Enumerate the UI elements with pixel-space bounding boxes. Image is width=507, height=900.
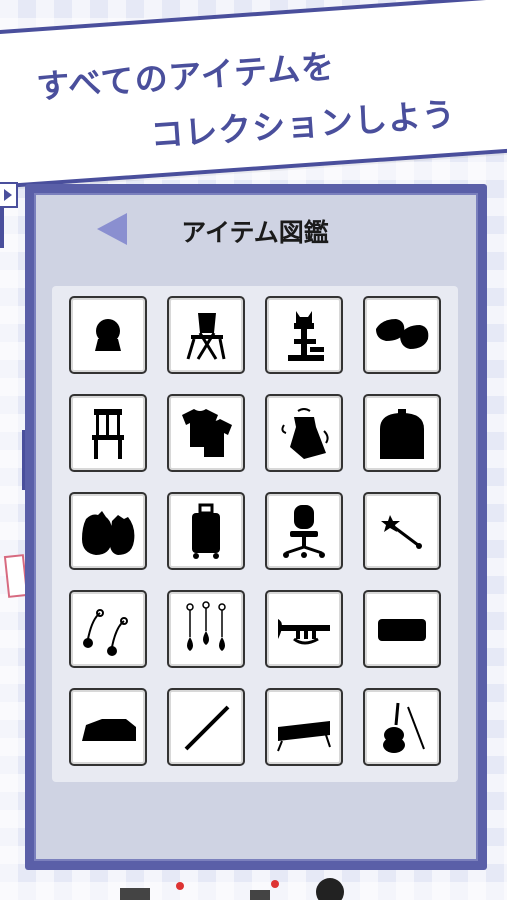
item-grid (69, 296, 443, 768)
maracas-icon (83, 609, 128, 656)
slippers-icon (376, 319, 429, 349)
item-cell[interactable] (265, 296, 343, 374)
left-triangle-icon (97, 213, 127, 245)
flute-icon (184, 705, 230, 751)
t-shirts-icon (182, 409, 232, 457)
folding-chair-icon (186, 313, 226, 360)
item-cell[interactable] (167, 688, 245, 766)
item-cell[interactable] (265, 492, 343, 570)
cat-tower-icon (288, 311, 324, 361)
back-button[interactable] (95, 212, 129, 246)
hanging-drops-icon (186, 601, 226, 651)
item-cell[interactable] (265, 394, 343, 472)
trumpet-icon (278, 619, 330, 645)
piano-case-icon (82, 719, 136, 741)
item-cell[interactable] (265, 590, 343, 668)
item-cell[interactable] (363, 394, 441, 472)
item-cell[interactable] (363, 590, 441, 668)
violin-icon (383, 702, 425, 753)
suitcase-icon (192, 503, 220, 559)
item-cell[interactable] (69, 394, 147, 472)
pencil-case-icon (378, 619, 426, 641)
item-cell[interactable] (363, 688, 441, 766)
item-cell[interactable] (167, 590, 245, 668)
kerosene-tank-icon (380, 409, 424, 459)
item-cell[interactable] (363, 492, 441, 570)
item-cell[interactable] (167, 492, 245, 570)
item-cell[interactable] (69, 296, 147, 374)
side-bar-decoration (0, 208, 4, 248)
xylophone-icon (277, 721, 331, 752)
item-cell[interactable] (69, 492, 147, 570)
side-drawer-tab[interactable] (0, 182, 18, 208)
item-cell[interactable] (363, 296, 441, 374)
sacks-icon (82, 511, 135, 555)
bottom-decoration (120, 878, 344, 900)
office-chair-icon (283, 505, 325, 558)
page-title: アイテム図鑑 (181, 218, 329, 247)
wooden-chair-icon (92, 409, 124, 459)
item-cell[interactable] (167, 296, 245, 374)
chevron-right-icon (4, 189, 12, 201)
item-cell[interactable] (69, 688, 147, 766)
item-cell[interactable] (167, 394, 245, 472)
magic-wand-icon (381, 515, 422, 549)
item-cell[interactable] (265, 688, 343, 766)
apron-icon (281, 408, 329, 459)
crystal-ball-icon (95, 319, 121, 351)
item-cell[interactable] (69, 590, 147, 668)
